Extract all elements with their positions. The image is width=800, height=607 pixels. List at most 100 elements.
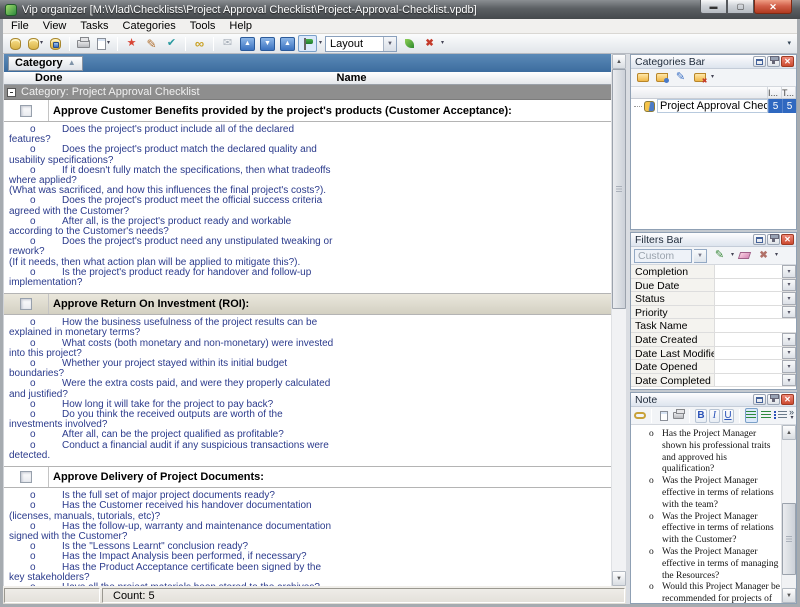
category-item-label[interactable]: Project Approval Checklist <box>657 99 768 113</box>
task-checkbox[interactable] <box>20 298 32 310</box>
close-button[interactable]: ✕ <box>754 0 792 14</box>
filter-value[interactable] <box>715 360 782 373</box>
task-checkbox[interactable] <box>20 105 32 117</box>
note-toolbar-overflow-button[interactable]: » ▾ <box>789 409 794 422</box>
scroll-up-button[interactable]: ▲ <box>612 54 626 69</box>
note-vertical-scrollbar[interactable]: ▲ ▼ <box>781 425 796 603</box>
close-panel-button[interactable]: ✕ <box>781 56 794 67</box>
minimize-button[interactable]: ▬ <box>700 0 727 14</box>
close-panel-button[interactable]: ✕ <box>781 234 794 245</box>
move-up-button[interactable]: ▲ <box>238 35 257 52</box>
filter-dropdown-button[interactable]: ▾ <box>782 265 796 278</box>
print-note-button[interactable] <box>672 408 684 423</box>
clear-filter-button[interactable] <box>736 248 753 263</box>
delete-layout-button[interactable]: ✖ <box>420 35 439 52</box>
filter-dropdown-button[interactable]: ▾ <box>782 279 796 292</box>
edit-task-button[interactable]: ✎ <box>142 35 161 52</box>
collapse-group-icon[interactable] <box>7 88 16 97</box>
menu-item-tasks[interactable]: Tasks <box>73 19 115 33</box>
filter-value[interactable] <box>715 279 782 292</box>
filter-value[interactable] <box>715 265 782 278</box>
layout-select[interactable]: Layout ▼ <box>325 36 397 52</box>
filter-value[interactable] <box>715 319 796 332</box>
new-subcategory-button[interactable] <box>653 70 670 85</box>
filter-value[interactable] <box>715 347 782 360</box>
insert-link-button[interactable] <box>634 408 646 423</box>
complete-task-button[interactable]: ✔ <box>162 35 181 52</box>
task-row[interactable]: Approve Delivery of Project Documents: <box>4 466 611 488</box>
filter-value[interactable] <box>715 306 782 319</box>
filter-preset-arrow[interactable]: ▼ <box>694 249 707 263</box>
task-row[interactable]: Approve Return On Investment (ROI): <box>4 293 611 315</box>
align-justify-button[interactable] <box>760 408 772 423</box>
new-database-button[interactable] <box>6 35 25 52</box>
send-task-button[interactable]: ✉ <box>218 35 237 52</box>
filter-dropdown-button[interactable]: ▾ <box>782 374 796 387</box>
category-group-row[interactable]: Category: Project Approval Checklist <box>4 85 611 100</box>
float-panel-button[interactable] <box>753 56 766 67</box>
scroll-up-button[interactable]: ▲ <box>782 425 796 440</box>
save-database-button[interactable] <box>46 35 65 52</box>
remove-filter-button[interactable]: ✖ <box>755 248 772 263</box>
column-header-name[interactable]: Name <box>92 72 611 84</box>
close-panel-button[interactable]: ✕ <box>781 394 794 405</box>
insert-object-button[interactable] <box>657 408 669 423</box>
menu-item-file[interactable]: File <box>4 19 36 33</box>
underline-button[interactable]: U <box>722 409 733 423</box>
delete-category-button[interactable] <box>691 70 708 85</box>
filter-dropdown-button[interactable]: ▾ <box>782 360 796 373</box>
italic-button[interactable]: I <box>709 409 720 423</box>
note-bullet: o <box>649 582 662 594</box>
pin-panel-button[interactable] <box>767 234 780 245</box>
filter-dropdown-button[interactable]: ▾ <box>782 333 796 346</box>
task-row[interactable]: Approve Customer Benefits provided by th… <box>4 100 611 122</box>
toolbar-overflow-button[interactable]: ▾ <box>787 41 791 47</box>
scroll-down-button[interactable]: ▼ <box>612 571 626 586</box>
view-task-button[interactable]: ∞ <box>190 35 209 52</box>
pin-panel-button[interactable] <box>767 56 780 67</box>
category-item[interactable]: Project Approval Checklist 5 5 <box>631 99 796 113</box>
apply-layout-button[interactable] <box>400 35 419 52</box>
flag-button[interactable] <box>298 35 317 52</box>
bold-button[interactable]: B <box>695 409 706 423</box>
note-text[interactable]: oHas the Project Manager shown his profe… <box>631 425 781 603</box>
filter-dropdown-button[interactable]: ▾ <box>782 306 796 319</box>
new-task-button[interactable]: ★ <box>122 35 141 52</box>
collapse-all-button[interactable]: ▲ <box>278 35 297 52</box>
float-panel-button[interactable] <box>753 394 766 405</box>
menu-item-tools[interactable]: Tools <box>183 19 223 33</box>
scroll-thumb[interactable] <box>612 69 626 309</box>
categories-count-column-1[interactable]: I... <box>768 87 782 98</box>
print-preview-button[interactable]: ▾ <box>94 35 113 52</box>
main-vertical-scrollbar[interactable]: ▲ ▼ <box>611 54 626 586</box>
edit-category-button[interactable]: ✎ <box>672 70 689 85</box>
float-panel-button[interactable] <box>753 234 766 245</box>
maximize-button[interactable]: ▢ <box>727 0 754 14</box>
layout-select-arrow[interactable]: ▼ <box>383 37 396 51</box>
scroll-thumb[interactable] <box>782 503 796 574</box>
filter-label: Date Completed <box>631 374 715 387</box>
open-database-button[interactable]: ▾ <box>26 35 45 52</box>
new-category-button[interactable] <box>634 70 651 85</box>
print-button[interactable] <box>74 35 93 52</box>
customize-filter-button[interactable]: ✎ <box>711 248 728 263</box>
scroll-down-button[interactable]: ▼ <box>782 588 796 603</box>
filter-value[interactable] <box>715 292 782 305</box>
group-by-category-button[interactable]: Category ▲ <box>8 56 83 71</box>
column-header-done[interactable]: Done <box>4 72 92 84</box>
categories-count-column-2[interactable]: T... <box>782 87 796 98</box>
menu-item-help[interactable]: Help <box>222 19 259 33</box>
task-checkbox[interactable] <box>20 471 32 483</box>
filter-dropdown-button[interactable]: ▾ <box>782 347 796 360</box>
filter-dropdown-button[interactable]: ▾ <box>782 292 796 305</box>
align-left-button[interactable] <box>745 408 758 423</box>
categories-name-column[interactable] <box>631 87 768 98</box>
filter-value[interactable] <box>715 333 782 346</box>
menu-item-categories[interactable]: Categories <box>116 19 183 33</box>
filter-preset-select[interactable]: Custom <box>634 249 692 263</box>
menu-item-view[interactable]: View <box>36 19 74 33</box>
pin-panel-button[interactable] <box>767 394 780 405</box>
expand-all-button[interactable]: ▼ <box>258 35 277 52</box>
filter-value[interactable] <box>715 374 782 387</box>
bullet-list-button[interactable] <box>774 408 787 423</box>
